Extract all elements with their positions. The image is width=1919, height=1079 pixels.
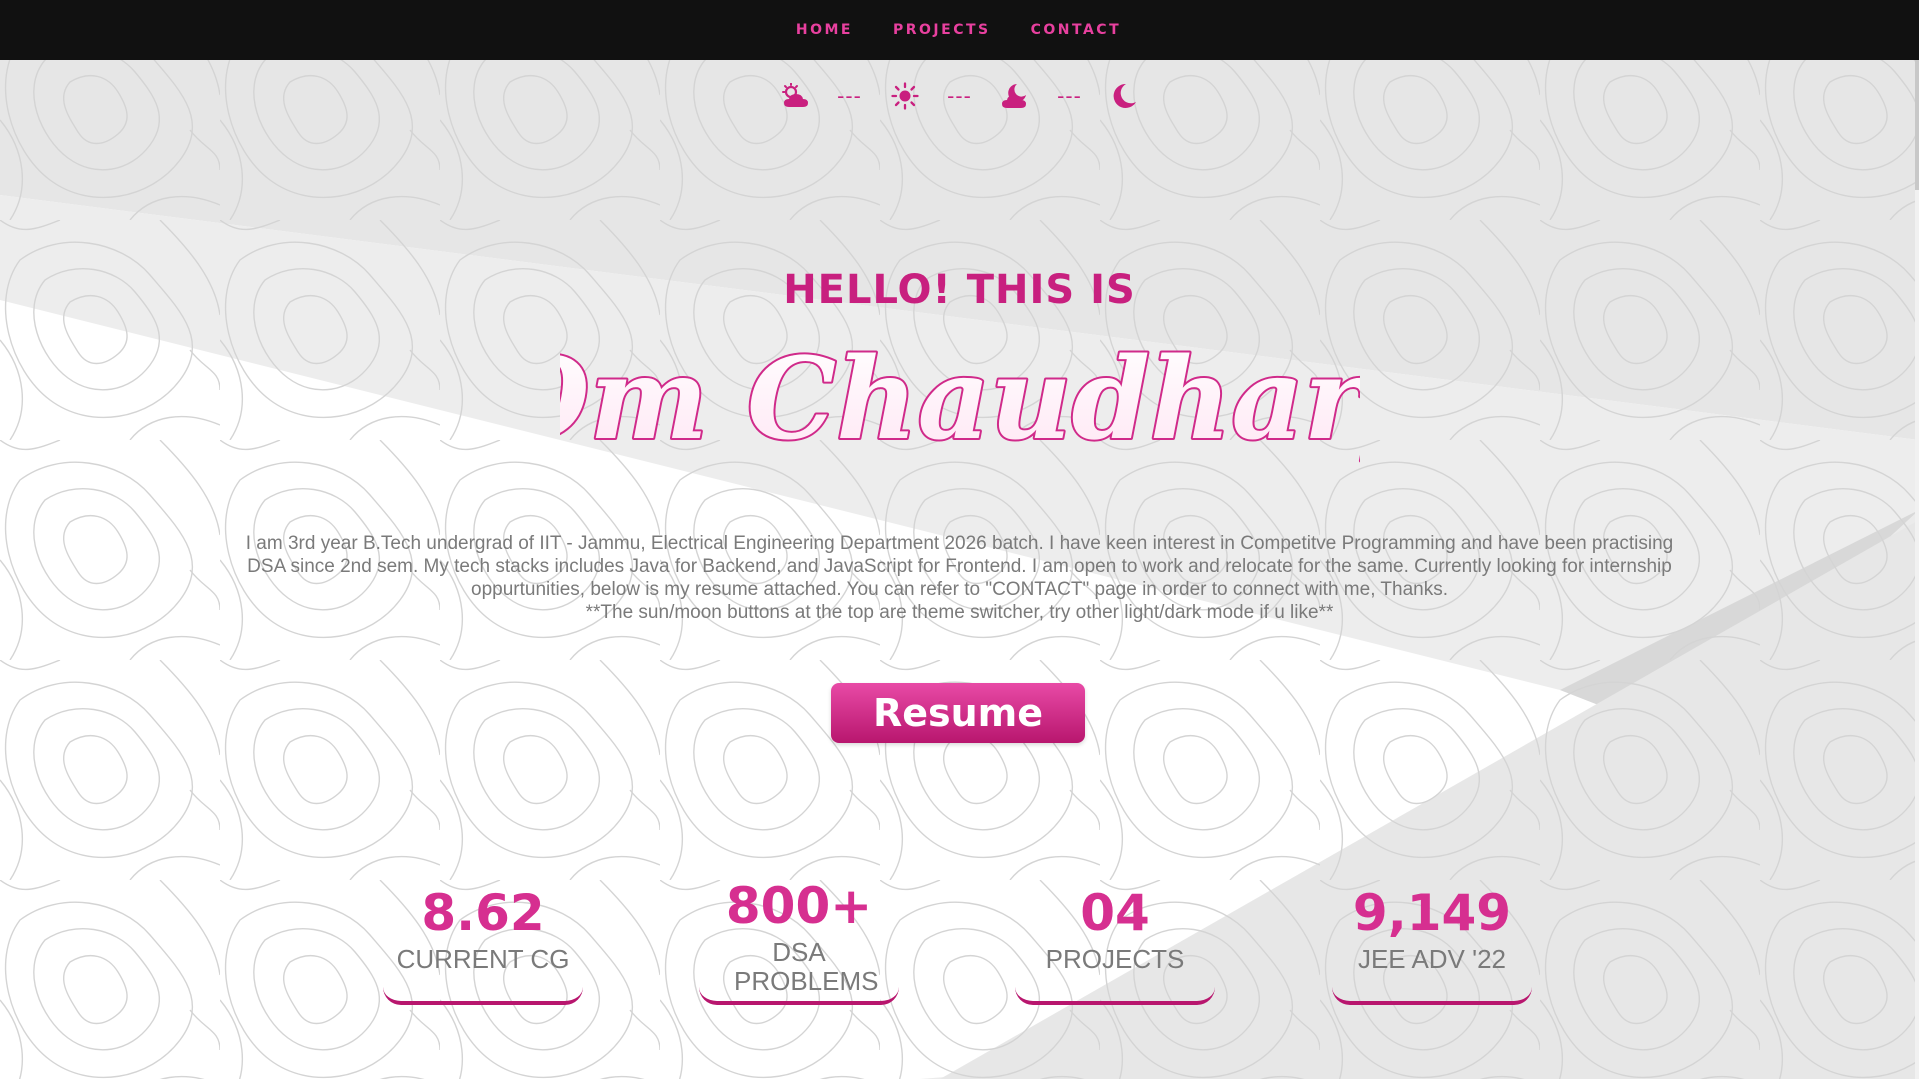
intro-paragraph: I am 3rd year B.Tech undergrad of IIT - …	[200, 532, 1719, 624]
name-text: Om Chaudhary	[560, 334, 1360, 465]
intro-note: **The sun/moon buttons at the top are th…	[585, 602, 1334, 623]
stat-jee-adv: 9,149 JEE ADV '22	[1332, 885, 1532, 1005]
intro-line: I am 3rd year B.Tech undergrad of IIT - …	[245, 533, 1674, 554]
stat-value: 800+	[725, 877, 873, 935]
stat-underline	[1332, 983, 1532, 1005]
cloud-moon-icon[interactable]	[997, 78, 1033, 114]
nav-projects[interactable]: PROJECTS	[893, 22, 991, 38]
resume-button[interactable]: Resume	[831, 683, 1085, 743]
stat-value: 04	[1080, 884, 1150, 942]
greeting-heading: HELLO! THIS IS	[783, 267, 1136, 313]
moon-icon[interactable]	[1107, 78, 1143, 114]
nav-home[interactable]: HOME	[796, 22, 853, 38]
nav-contact[interactable]: CONTACT	[1031, 22, 1122, 38]
sun-icon[interactable]	[887, 78, 923, 114]
stat-current-cg: 8.62 CURRENT CG	[383, 885, 583, 1005]
theme-separator: ---	[947, 84, 972, 108]
theme-separator: ---	[837, 84, 862, 108]
scrollbar[interactable]	[1915, 60, 1919, 1079]
theme-separator: ---	[1057, 84, 1082, 108]
cloud-sun-icon[interactable]	[777, 78, 813, 114]
stat-label: JEE ADV '22	[1357, 944, 1507, 974]
intro-line: DSA since 2nd sem. My tech stacks includ…	[247, 556, 1672, 577]
stat-underline	[383, 983, 583, 1005]
stat-underline	[699, 983, 899, 1005]
name-title: Om Chaudhary	[560, 332, 1360, 467]
stat-label: PROJECTS	[1045, 944, 1185, 974]
intro-line: oppurtunities, below is my resume attach…	[471, 579, 1448, 600]
top-navbar: HOME PROJECTS CONTACT	[0, 0, 1919, 60]
stat-label: CURRENT CG	[396, 944, 570, 974]
page: HOME PROJECTS CONTACT --- --- --- HELLO!…	[0, 0, 1919, 1079]
stat-underline	[1015, 983, 1215, 1005]
theme-switcher: --- --- ---	[0, 78, 1919, 114]
stat-projects: 04 PROJECTS	[1015, 885, 1215, 1005]
stat-dsa-problems: 800+ DSA PROBLEMS	[699, 878, 899, 1005]
stat-value: 9,149	[1352, 884, 1512, 942]
stat-value: 8.62	[421, 884, 545, 942]
